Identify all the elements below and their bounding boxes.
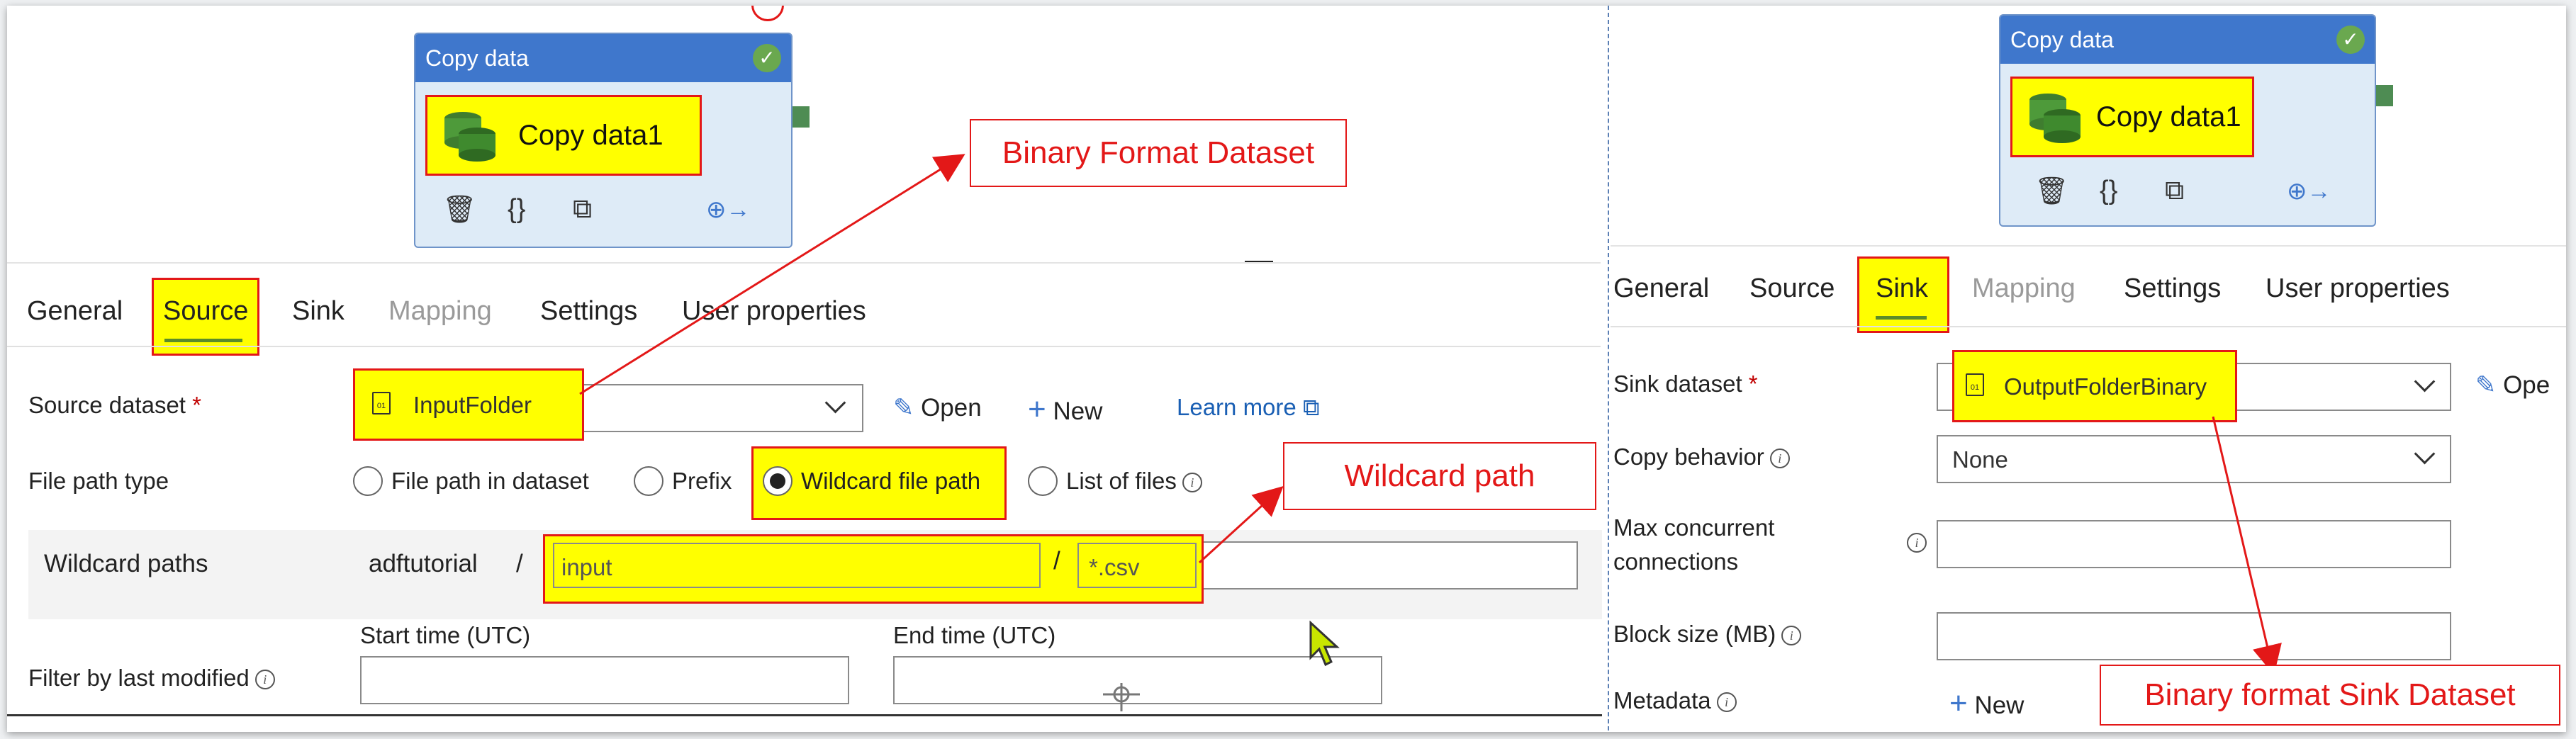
callout-binary-sink-dataset: Binary format Sink Dataset: [2100, 665, 2560, 726]
callout-binary-format-dataset: Binary Format Dataset: [970, 119, 1347, 187]
callout-wildcard-path: Wildcard path: [1283, 442, 1596, 510]
screenshot-sheet: Copy data ✓ Copy data1 🗑 {} ⧉ ⊕→ General…: [7, 6, 2566, 732]
annotation-arrows: [579, 154, 2282, 675]
